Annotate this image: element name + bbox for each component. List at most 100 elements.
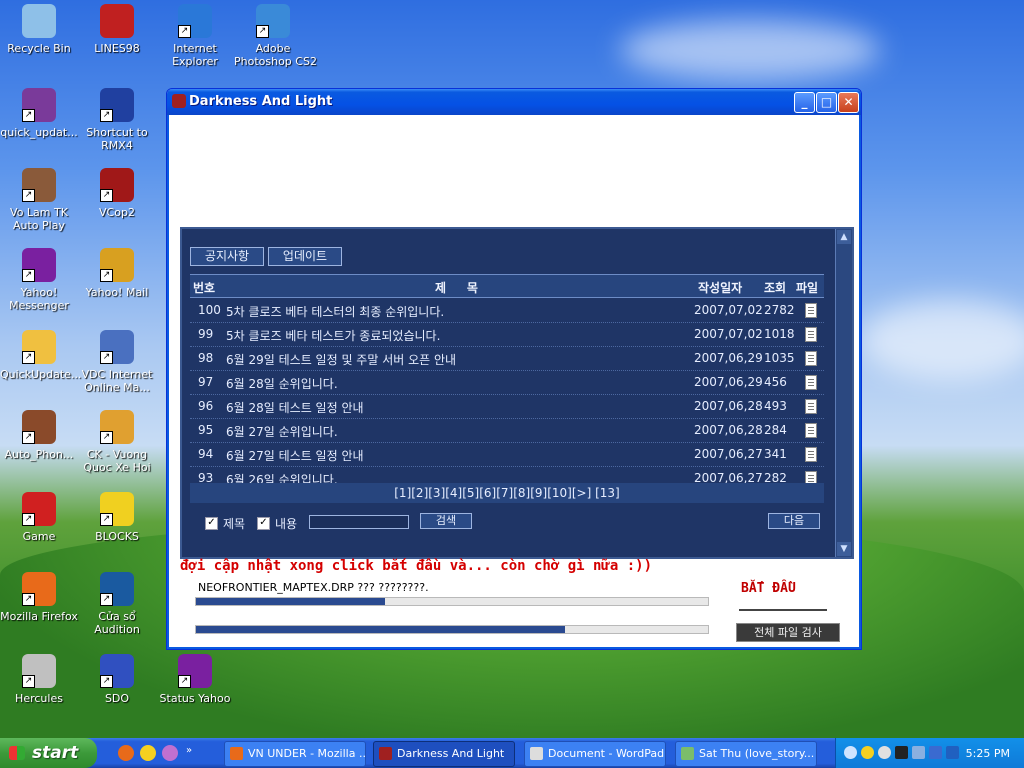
search-button[interactable]: 검색 (420, 513, 472, 529)
tray-app-icon[interactable] (895, 746, 908, 759)
tab-notice[interactable]: 공지사항 (190, 247, 264, 266)
chevron-icon[interactable]: » (186, 745, 196, 761)
cell-no: 96 (198, 399, 214, 413)
shortcut-arrow-icon: ↗ (256, 25, 269, 38)
cell-no: 95 (198, 423, 214, 437)
pagination[interactable]: [1][2][3][4][5][6][7][8][9][10][>] [13] (190, 483, 824, 503)
shortcut-arrow-icon: ↗ (100, 431, 113, 444)
desktop-icon[interactable]: ↗ Yahoo! Mail (78, 248, 156, 299)
cell-views: 341 (764, 447, 787, 461)
cell-subject[interactable]: 6월 28일 순위입니다. (226, 375, 338, 392)
desktop-icon-label: QuickUpdate... (0, 368, 82, 381)
ie-tray-icon[interactable] (929, 746, 942, 759)
desktop-icon[interactable]: ↗ SDO (78, 654, 156, 705)
messenger-quicklaunch-icon[interactable] (162, 745, 178, 761)
table-row[interactable]: 95 6월 27일 순위입니다. 2007,06,28 284 (190, 419, 824, 443)
shortcut-arrow-icon: ↗ (100, 269, 113, 282)
col-subject: 제 목 (435, 281, 478, 295)
taskbar: start » VN UNDER - Mozilla ... Darkness … (0, 738, 1024, 768)
desktop-icon[interactable]: Recycle Bin (0, 4, 78, 55)
cell-no: 94 (198, 447, 214, 461)
desktop-icon[interactable]: ↗ Internet Explorer (156, 4, 234, 68)
network-icon[interactable] (912, 746, 925, 759)
desktop-icon[interactable]: ↗ Adobe Photoshop CS2 (234, 4, 317, 68)
total-progress-fill (196, 626, 565, 633)
start-game-label: BẮT ĐẦU (741, 581, 796, 596)
table-row[interactable]: 99 5차 클로즈 베타 테스트가 종료되었습니다. 2007,07,02 1018 (190, 323, 824, 347)
cell-date: 2007,06,28 (694, 423, 763, 437)
window-title: Darkness And Light (189, 94, 333, 109)
desktop-icon[interactable]: ↗ VCop2 (78, 168, 156, 219)
task-label: Sat Thu (love_story... (699, 747, 815, 760)
desktop-icon[interactable]: ↗ Vo Lam TK Auto Play (0, 168, 78, 232)
cell-subject[interactable]: 6월 27일 테스트 일정 안내 (226, 447, 364, 464)
desktop-icon-label: Internet Explorer (172, 42, 218, 68)
table-row[interactable]: 96 6월 28일 테스트 일정 안내 2007,06,28 493 (190, 395, 824, 419)
vdc-icon: ↗ (100, 330, 134, 364)
cell-subject[interactable]: 5차 클로즈 베타 테스트가 종료되었습니다. (226, 327, 440, 344)
start-game-button[interactable]: BẮT ĐẦU (739, 577, 827, 611)
tab-update[interactable]: 업데이트 (268, 247, 342, 266)
col-views: 조회 (764, 281, 787, 295)
cell-subject[interactable]: 6월 28일 테스트 일정 안내 (226, 399, 364, 416)
start-button[interactable]: start (0, 738, 97, 768)
desktop-icon[interactable]: ↗ BLOCKS (78, 492, 156, 543)
task-darkness-and-light[interactable]: Darkness And Light (373, 741, 515, 767)
table-header: 번호 제 목 작성일자 조회 파일 (190, 274, 824, 298)
desktop-icon[interactable]: ↗ Shortcut to RMX4 (78, 88, 156, 152)
task-firefox[interactable]: VN UNDER - Mozilla ... (224, 741, 366, 767)
app-logo-icon (172, 94, 186, 108)
desktop-icon[interactable]: ↗ Cửa sổ Audition (78, 572, 156, 636)
file-icon (805, 423, 817, 438)
start-label: start (32, 743, 79, 763)
title-bar[interactable]: Darkness And Light _ □ ✕ (167, 89, 861, 115)
shortcut-arrow-icon: ↗ (178, 675, 191, 688)
table-row[interactable]: 100 5차 클로즈 베타 테스터의 최종 순위입니다. 2007,07,02 278… (190, 299, 824, 323)
desktop-icon[interactable]: LINES98 (78, 4, 156, 55)
content-checkbox[interactable]: ✓ (257, 517, 270, 530)
status-yahoo-icon: ↗ (178, 654, 212, 688)
yahoo-quicklaunch-icon[interactable] (140, 745, 156, 761)
cell-subject[interactable]: 6월 27일 순위입니다. (226, 423, 338, 440)
desktop-icon[interactable]: ↗ Yahoo! Messenger (0, 248, 78, 312)
back-arrow-icon[interactable] (844, 746, 857, 759)
desktop-icon-label: LINES98 (94, 42, 140, 55)
rmx4-icon: ↗ (100, 88, 134, 122)
task-wordpad[interactable]: Document - WordPad (524, 741, 666, 767)
yahoo-tray-icon[interactable] (861, 746, 874, 759)
desktop-icon[interactable]: ↗ Hercules (0, 654, 78, 705)
desktop-icon[interactable]: ↗ Game (0, 492, 78, 543)
search-input[interactable] (309, 515, 409, 529)
cell-subject[interactable]: 5차 클로즈 베타 테스터의 최종 순위입니다. (226, 303, 444, 320)
table-row[interactable]: 98 6월 29일 테스트 일정 및 주말 서버 오픈 안내 2007,06,29 1… (190, 347, 824, 371)
desktop-icon[interactable]: ↗ Status Yahoo (156, 654, 234, 705)
subject-checkbox[interactable]: ✓ (205, 517, 218, 530)
check-all-files-button[interactable]: 전체 파일 검사 (736, 623, 840, 642)
shortcut-arrow-icon: ↗ (22, 351, 35, 364)
cell-views: 456 (764, 375, 787, 389)
minimize-button[interactable]: _ (794, 92, 815, 113)
task-chat[interactable]: Sat Thu (love_story... (675, 741, 817, 767)
desktop-icon-label: Game (22, 530, 56, 543)
desktop-icon[interactable]: ↗ CK - Vuong Quoc Xe Hoi (78, 410, 156, 474)
desktop-icon[interactable]: ↗ quick_updat... (0, 88, 78, 139)
table-row[interactable]: 97 6월 28일 순위입니다. 2007,06,29 456 (190, 371, 824, 395)
close-button[interactable]: ✕ (838, 92, 859, 113)
cell-no: 100 (198, 303, 221, 317)
table-row[interactable]: 94 6월 27일 테스트 일정 안내 2007,06,27 341 (190, 443, 824, 467)
shortcut-arrow-icon: ↗ (22, 189, 35, 202)
cell-subject[interactable]: 6월 29일 테스트 일정 및 주말 서버 오픈 안내 (226, 351, 456, 368)
scroll-up-icon[interactable]: ▲ (837, 230, 851, 244)
maximize-button[interactable]: □ (816, 92, 837, 113)
desktop-icon[interactable]: ↗ Mozilla Firefox (0, 572, 78, 623)
board-scrollbar[interactable]: ▲ ▼ (835, 229, 852, 557)
firefox-quicklaunch-icon[interactable] (118, 745, 134, 761)
panda-tray-icon[interactable] (878, 746, 891, 759)
desktop-icon[interactable]: ↗ Auto_Phon... (0, 410, 78, 461)
next-button[interactable]: 다음 (768, 513, 820, 529)
scroll-down-icon[interactable]: ▼ (837, 542, 851, 556)
volume-icon[interactable] (946, 746, 959, 759)
desktop-icon[interactable]: ↗ QuickUpdate... (0, 330, 82, 381)
col-date: 작성일자 (698, 281, 743, 295)
desktop-icon[interactable]: ↗ VDC Internet Online Ma... (78, 330, 156, 394)
